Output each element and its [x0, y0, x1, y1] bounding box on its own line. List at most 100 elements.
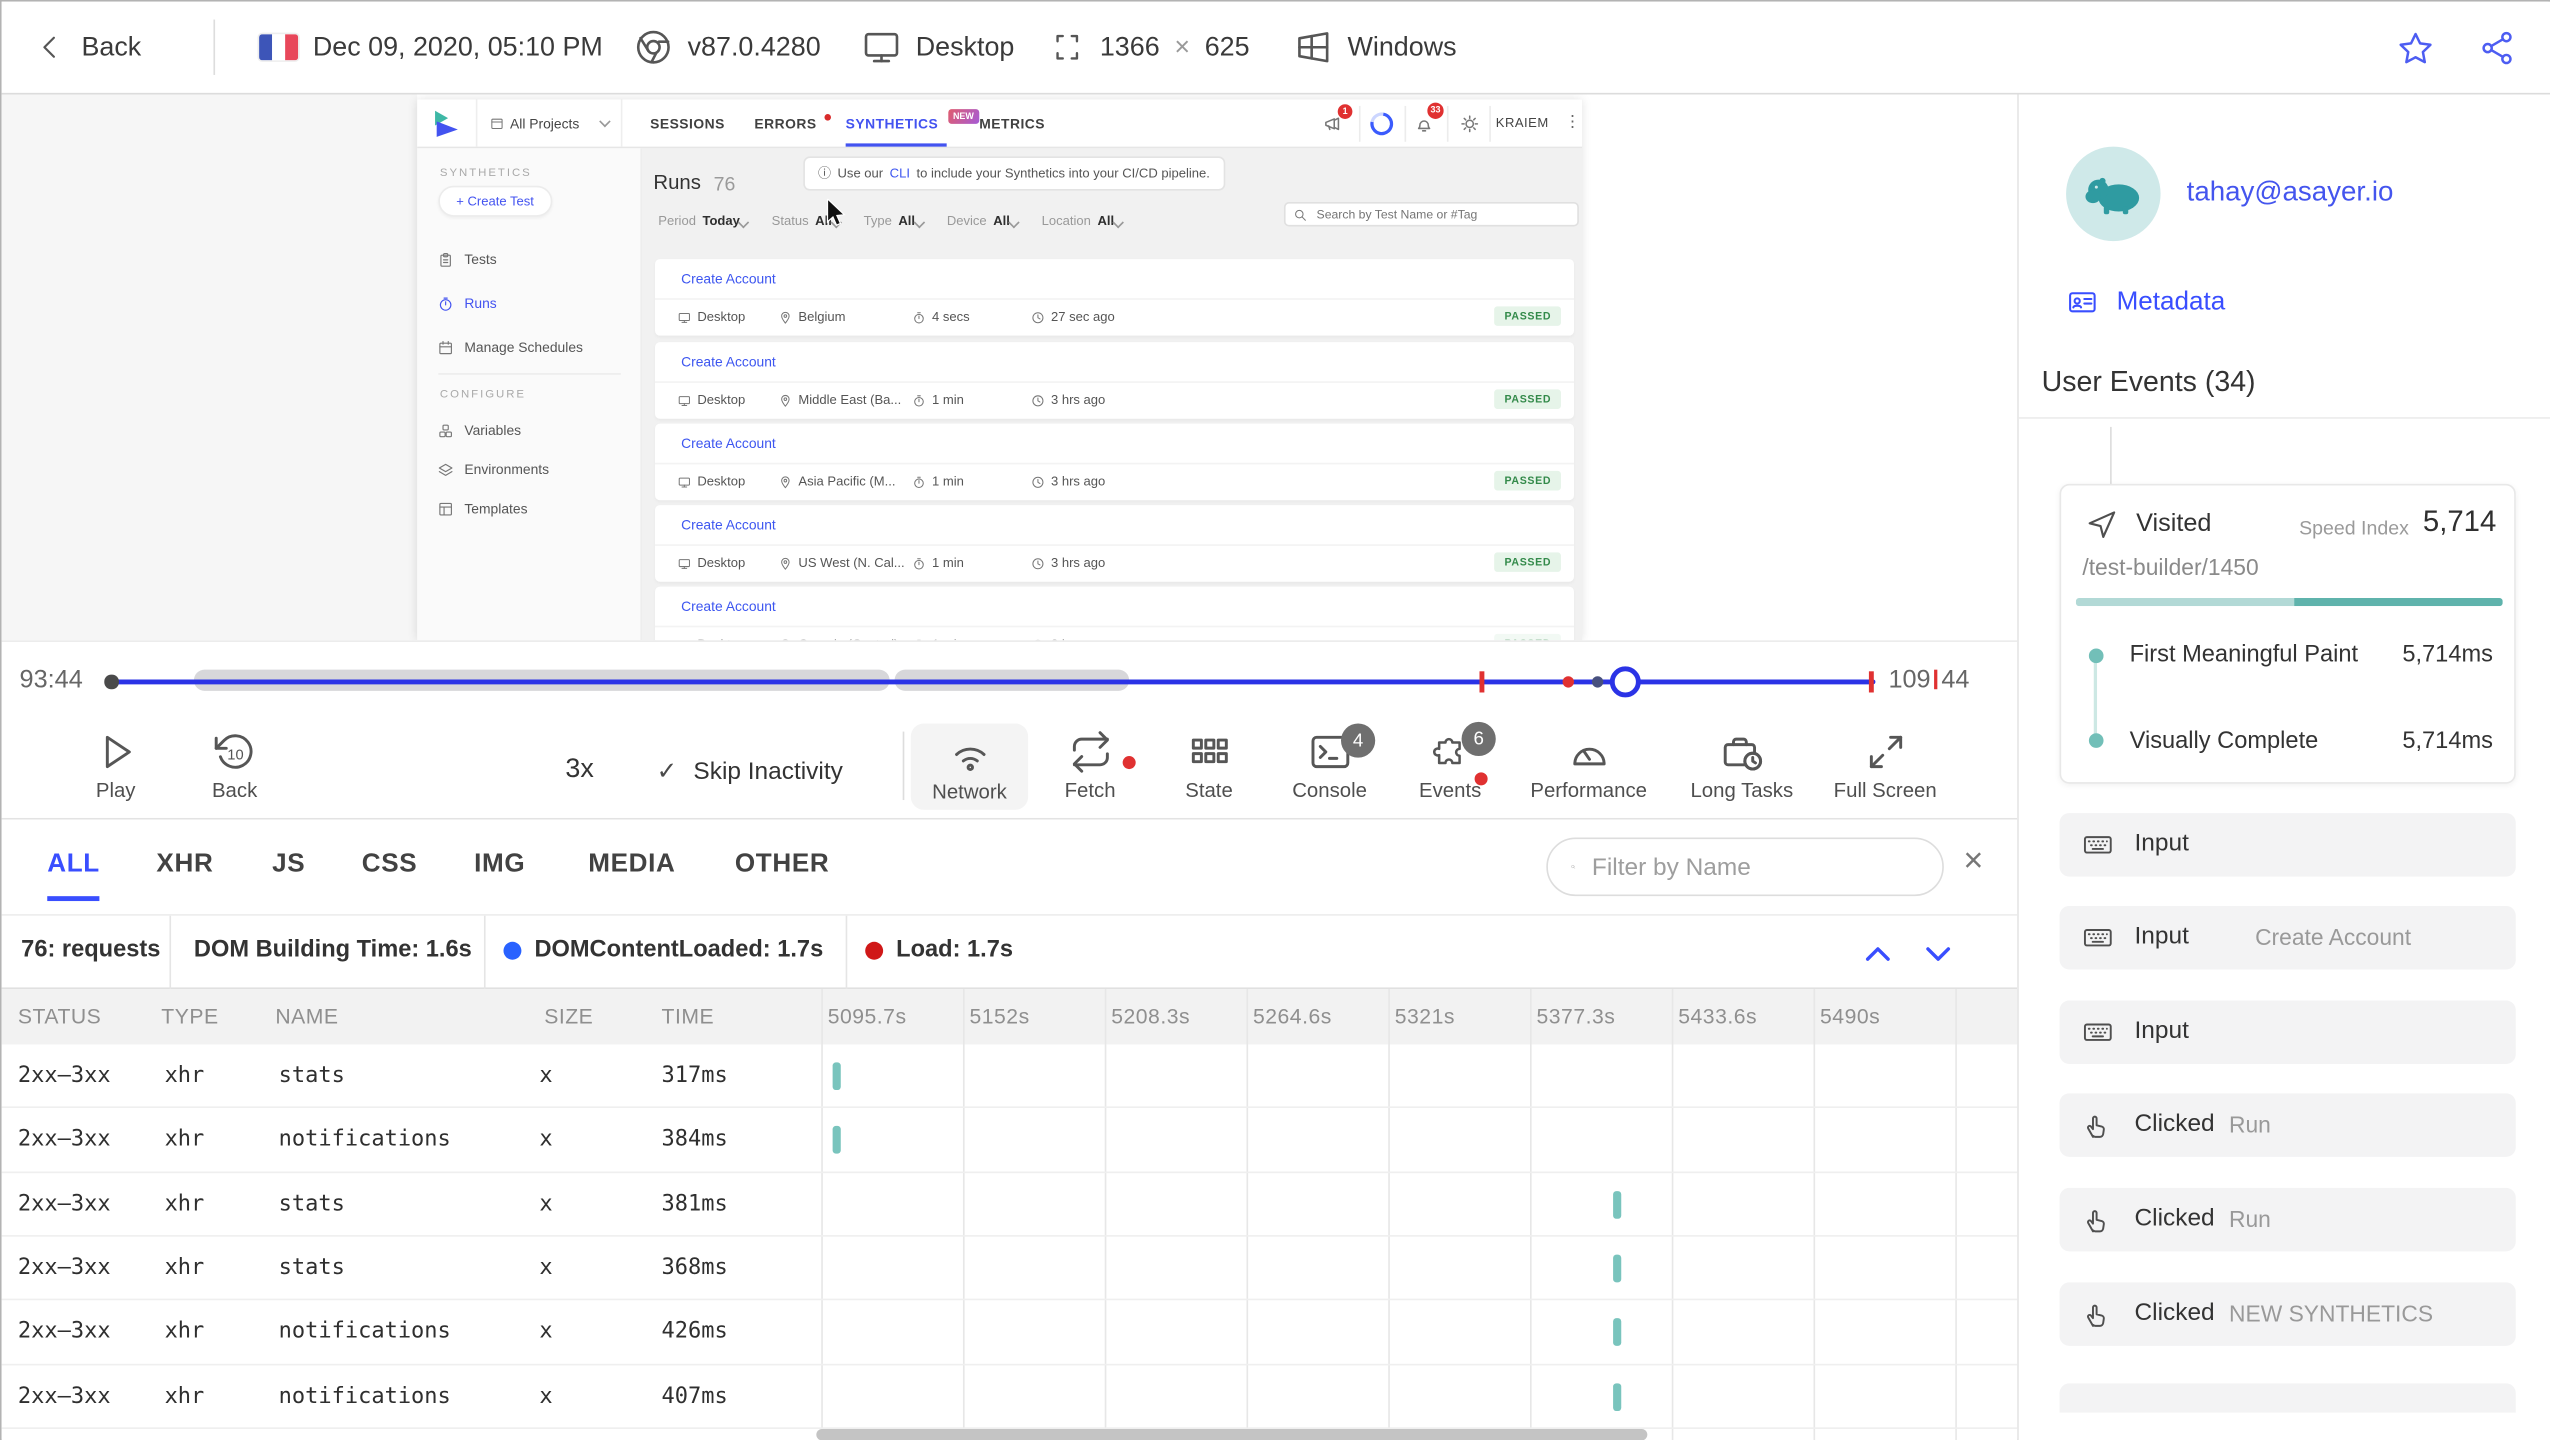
- state-panel-button[interactable]: State: [1157, 730, 1261, 802]
- fullscreen-brackets-icon: [1056, 34, 1079, 60]
- user-event-clicked[interactable]: Clicked Run: [2059, 1093, 2516, 1157]
- layers-icon: [438, 462, 453, 476]
- tab-js[interactable]: JS: [272, 851, 305, 880]
- replay-viewport: All Projects SESSIONS ERRORS SYNTHETICS N…: [1, 94, 2018, 641]
- resolution-info: 1366 × 625: [1049, 2, 1250, 93]
- gear-icon: [1460, 99, 1480, 146]
- playhead[interactable]: [1609, 665, 1641, 697]
- windows-icon: [1298, 32, 1329, 63]
- chevron-up-icon[interactable]: [1859, 935, 1896, 972]
- visually-complete-label: Visually Complete: [2129, 728, 2319, 755]
- dom-content-loaded: DOMContentLoaded: 1.7s: [503, 937, 823, 963]
- events-panel-button[interactable]: Events 6: [1398, 721, 1502, 802]
- network-request-row[interactable]: 2xx–3xx xhr notifications x 407ms: [1, 1365, 2018, 1429]
- speed-toggle[interactable]: 3x: [565, 754, 593, 785]
- replayed-app-screenshot: All Projects SESSIONS ERRORS SYNTHETICS N…: [417, 99, 1583, 641]
- announcements-badge: 1: [1337, 104, 1353, 119]
- sidebar-item-templates: Templates: [438, 500, 528, 517]
- share-button[interactable]: [2478, 2, 2515, 93]
- col-time-3: 5264.6s: [1253, 1003, 1332, 1029]
- fmp-label: First Meaningful Paint: [2129, 641, 2359, 669]
- col-time-2: 5208.3s: [1111, 1003, 1191, 1029]
- waterfall-bar: [1612, 1190, 1622, 1219]
- filter-by-name-box[interactable]: [1546, 837, 1944, 897]
- cli-banner: ⓘ Use our CLI to include your Synthetics …: [803, 156, 1225, 191]
- controls-divider: [902, 731, 905, 801]
- tab-xhr[interactable]: XHR: [156, 851, 213, 880]
- user-event-input[interactable]: Input Create Account: [2059, 905, 2516, 970]
- col-time-6: 5433.6s: [1678, 1003, 1758, 1029]
- share-icon: [2482, 31, 2512, 64]
- session-date: Dec 09, 2020, 05:10 PM: [259, 2, 603, 93]
- user-event-input[interactable]: Input: [2059, 1000, 2516, 1064]
- network-table-header: STATUS TYPE NAME SIZE TIME 5095.7s 5152s…: [1, 989, 2018, 1045]
- monitor-icon: [678, 312, 690, 323]
- tab-css[interactable]: CSS: [362, 851, 418, 880]
- col-status: STATUS: [17, 1003, 102, 1029]
- session-date-label: Dec 09, 2020, 05:10 PM: [312, 31, 603, 62]
- calendar-icon: [439, 340, 452, 354]
- kebab-menu-icon: ⋮: [1564, 114, 1581, 132]
- metadata-button[interactable]: Metadata: [2064, 287, 2225, 318]
- network-request-row[interactable]: 2xx–3xx xhr stats x 368ms: [1, 1237, 2018, 1301]
- keyboard-icon: [2083, 1023, 2112, 1041]
- network-request-row[interactable]: 2xx–3xx xhr notifications x 426ms: [1, 1301, 2018, 1365]
- back-10s-button[interactable]: 10 Back: [182, 730, 286, 802]
- network-request-row[interactable]: 2xx–3xx xhr notifications x 384ms: [1, 1109, 2018, 1173]
- horizontal-scrollbar[interactable]: [816, 1428, 1648, 1440]
- console-panel-button[interactable]: Console 4: [1274, 723, 1385, 802]
- network-panel-button[interactable]: Network: [910, 723, 1029, 810]
- tab-media[interactable]: MEDIA: [588, 851, 675, 880]
- hand-pointer-icon: [2087, 1304, 2105, 1327]
- tab-all[interactable]: ALL: [47, 851, 101, 902]
- col-time-5: 5377.3s: [1536, 1003, 1616, 1029]
- runs-filters: Period Today Status All Type All Device All …: [658, 213, 1123, 228]
- times-separator: ×: [1174, 31, 1191, 62]
- chrome-icon: [636, 30, 670, 64]
- chevron-down-icon[interactable]: [1919, 935, 1956, 972]
- hippo-icon: [2085, 177, 2140, 215]
- close-panel-icon[interactable]: ×: [1963, 844, 1983, 878]
- waterfall-bar: [1612, 1254, 1622, 1283]
- performance-panel-button[interactable]: Performance: [1523, 730, 1653, 802]
- hand-pointer-icon: [2087, 1115, 2105, 1138]
- device-info: Desktop: [862, 2, 1014, 93]
- network-request-row[interactable]: 2xx–3xx xhr stats x 317ms: [1, 1044, 2018, 1109]
- status-badge: PASSED: [1494, 470, 1561, 491]
- network-request-row[interactable]: 2xx–3xx xhr stats x 381ms: [1, 1173, 2018, 1237]
- sidebar-item-environments: Environments: [438, 461, 549, 477]
- error-marker: [1868, 670, 1874, 692]
- visited-url: /test-builder/1450: [2082, 553, 2259, 581]
- long-tasks-panel-button[interactable]: Long Tasks: [1678, 730, 1805, 802]
- play-button[interactable]: Play: [64, 730, 168, 802]
- sidebar-section-configure: CONFIGURE: [439, 389, 526, 401]
- sidebar-item-variables: Variables: [438, 422, 521, 438]
- france-flag-icon: [259, 34, 299, 61]
- fetch-panel-button[interactable]: Fetch: [1035, 730, 1146, 802]
- user-event-clicked[interactable]: Clicked Run: [2059, 1187, 2516, 1252]
- os-label: Windows: [1347, 31, 1457, 62]
- skip-inactivity-toggle[interactable]: ✓ Skip Inactivity: [657, 756, 843, 786]
- tab-other[interactable]: OTHER: [735, 851, 830, 880]
- error-dot-marker: [1562, 676, 1574, 688]
- user-email: tahay@asayer.io: [2186, 175, 2394, 207]
- user-event-input[interactable]: Input: [2059, 813, 2516, 877]
- visited-event-card[interactable]: Visited Speed Index 5,714 /test-builder/…: [2059, 483, 2516, 784]
- replay-mouse-cursor: [826, 198, 846, 227]
- tab-img[interactable]: IMG: [474, 851, 525, 880]
- keyboard-icon: [2083, 836, 2112, 854]
- status-badge: PASSED: [1494, 389, 1561, 409]
- back-button[interactable]: Back: [34, 2, 141, 93]
- replayed-search-box: [1283, 202, 1579, 227]
- user-event-clicked[interactable]: Clicked NEW SYNTHETICS: [2059, 1282, 2516, 1346]
- metric-dot: [2088, 648, 2103, 664]
- filter-by-name-input[interactable]: [1588, 851, 1920, 883]
- star-icon: [2399, 31, 2432, 63]
- stopwatch-icon: [914, 311, 924, 323]
- bell-badge: 33: [1427, 102, 1444, 119]
- user-avatar: [2066, 146, 2161, 242]
- full-screen-button[interactable]: Full Screen: [1820, 730, 1950, 802]
- sidebar-item-manage-schedules: Manage Schedules: [438, 339, 583, 355]
- favorite-button[interactable]: [2397, 2, 2434, 93]
- events-timeline-connector: [2110, 426, 2112, 484]
